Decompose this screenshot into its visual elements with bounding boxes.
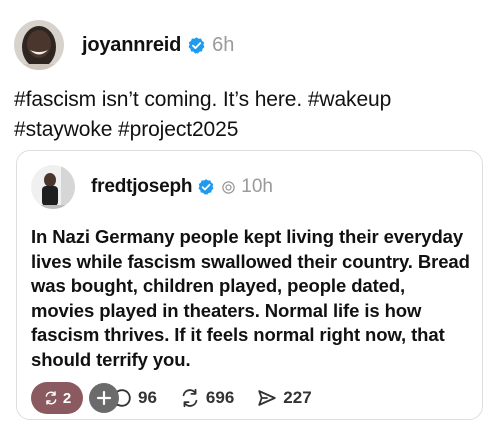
author-row: joyannreid 6h (82, 34, 234, 57)
repost-icon (182, 388, 198, 408)
share-icon (258, 390, 277, 406)
verified-badge-icon (187, 36, 206, 55)
repost-badge[interactable]: 2 (31, 382, 83, 414)
repost-button[interactable]: 696 (179, 387, 234, 409)
plus-icon (97, 391, 111, 405)
plus-button[interactable] (89, 383, 119, 413)
post-text: #fascism isn’t coming. It’s here. #wakeu… (14, 88, 392, 141)
quote-author-row: fredtjoseph 10h (91, 176, 273, 198)
quote-avatar[interactable] (31, 165, 75, 209)
post-header: joyannreid 6h (14, 17, 234, 73)
quoted-post[interactable]: fredtjoseph 10h In Nazi Germany people k… (16, 150, 483, 420)
repost-icon (45, 391, 57, 405)
avatar[interactable] (14, 20, 64, 70)
repost-count: 696 (205, 388, 235, 407)
avatar-image (14, 20, 64, 70)
quote-avatar-image (31, 165, 75, 209)
repost-badge-count: 2 (62, 389, 72, 407)
threads-icon (221, 180, 236, 195)
post-time: 6h (212, 33, 235, 56)
action-bar: 2 96 696 227 (31, 382, 312, 414)
verified-badge-icon (197, 178, 216, 197)
reply-count: 96 (138, 388, 157, 407)
quote-text: In Nazi Germany people kept living their… (31, 226, 470, 370)
quote-username[interactable]: fredtjoseph (91, 176, 192, 198)
quote-header: fredtjoseph 10h (31, 165, 273, 209)
username[interactable]: joyannreid (82, 34, 181, 57)
quote-time: 10h (241, 176, 273, 197)
share-count: 227 (283, 388, 312, 407)
share-button[interactable]: 227 (256, 387, 312, 409)
